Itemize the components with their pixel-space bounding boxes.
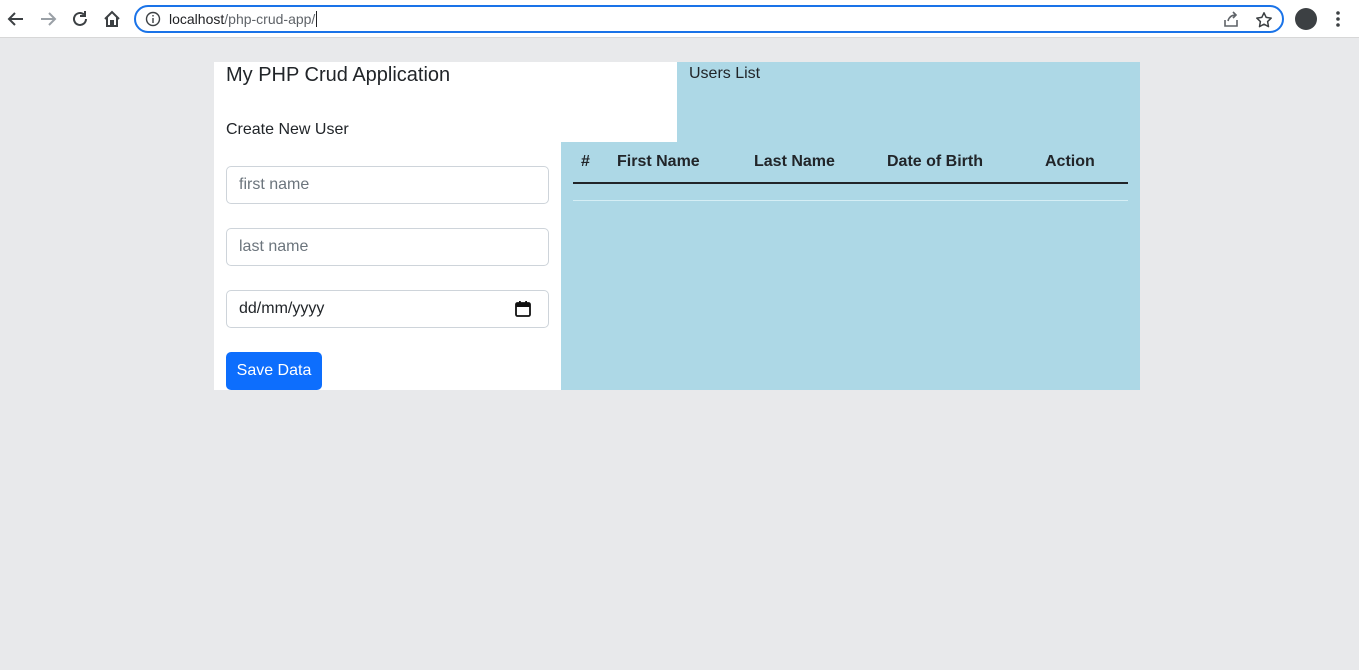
url-path: /php-crud-app/ (224, 11, 316, 27)
form-panel (214, 62, 561, 390)
reload-icon[interactable] (68, 7, 92, 31)
last-name-input[interactable] (226, 228, 549, 266)
users-list-title: Users List (689, 65, 761, 82)
column-header-first-name: First Name (617, 153, 700, 170)
more-menu-icon[interactable] (1330, 9, 1346, 29)
app-title: My PHP Crud Application (226, 64, 451, 86)
share-icon[interactable] (1222, 11, 1240, 29)
column-header-action: Action (1045, 153, 1095, 170)
column-header-last-name: Last Name (754, 153, 835, 170)
browser-toolbar: localhost/php-crud-app/ (0, 0, 1359, 38)
create-user-heading: Create New User (226, 121, 349, 138)
column-header-number: # (581, 153, 590, 170)
save-data-button[interactable]: Save Data (226, 352, 322, 390)
date-placeholder: dd/mm/yyyy (239, 300, 325, 317)
column-header-date-of-birth: Date of Birth (887, 153, 983, 170)
home-icon[interactable] (100, 7, 124, 31)
url-host: localhost (169, 11, 225, 27)
table-body-divider (573, 200, 1128, 201)
profile-avatar[interactable] (1295, 8, 1317, 30)
bookmark-star-icon[interactable] (1255, 11, 1273, 29)
date-of-birth-input[interactable]: dd/mm/yyyy (226, 290, 549, 328)
forward-icon[interactable] (36, 7, 60, 31)
url-text: localhost/php-crud-app/ (169, 10, 318, 28)
users-list-panel (561, 142, 1140, 390)
text-cursor (316, 11, 318, 27)
calendar-icon[interactable] (514, 300, 532, 318)
address-bar[interactable]: localhost/php-crud-app/ (134, 5, 1284, 33)
info-icon[interactable] (145, 11, 161, 27)
table-header-divider (573, 182, 1128, 184)
back-icon[interactable] (4, 7, 28, 31)
title-panel-extension (561, 62, 677, 142)
first-name-input[interactable] (226, 166, 549, 204)
